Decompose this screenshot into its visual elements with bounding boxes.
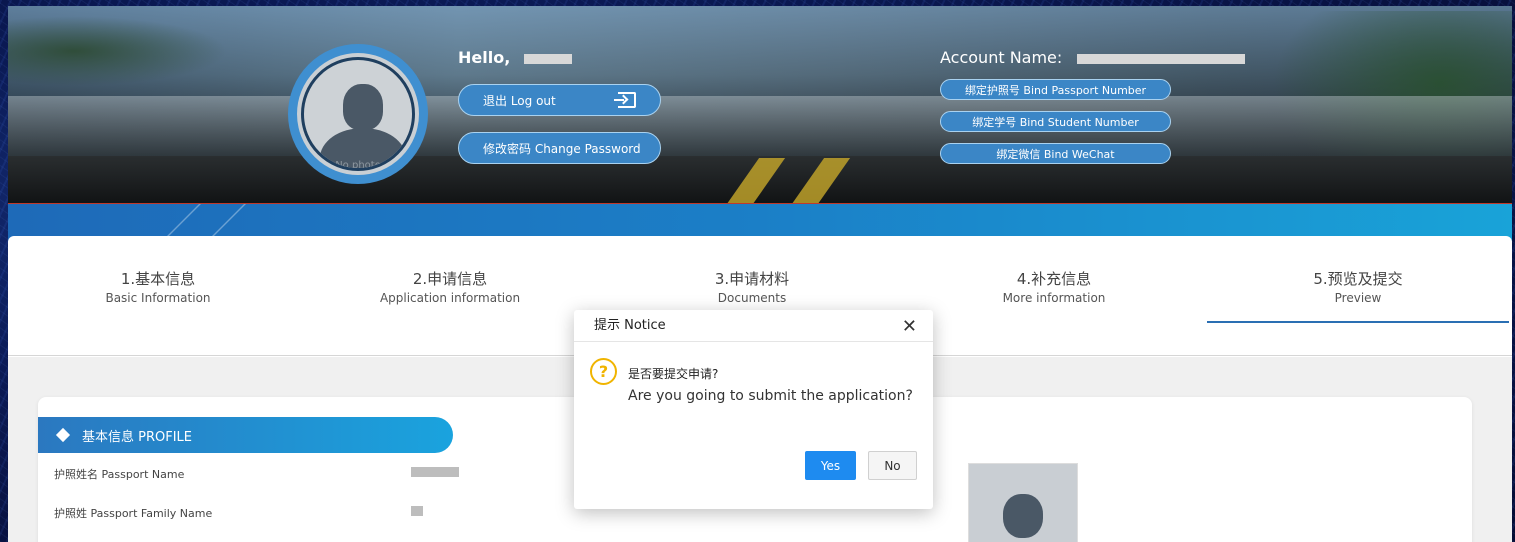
user-silhouette-icon: [1003, 494, 1043, 538]
bind-passport-button[interactable]: 绑定护照号 Bind Passport Number: [940, 79, 1171, 100]
profile-header: No photo Hello, 退出 Log out 修改密码 Change P…: [8, 6, 1512, 204]
tab-application-information[interactable]: 2.申请信息 Application information: [300, 268, 600, 305]
passport-family-name-label: 护照姓 Passport Family Name: [54, 507, 213, 520]
tab-preview[interactable]: 5.预览及提交 Preview: [1208, 268, 1508, 305]
question-icon: ?: [590, 358, 617, 385]
change-password-button[interactable]: 修改密码 Change Password: [458, 132, 661, 164]
redacted-passport-name: [411, 467, 459, 477]
dialog-message-en: Are you going to submit the application?: [628, 388, 913, 404]
no-button[interactable]: No: [868, 451, 917, 480]
logout-icon: [614, 92, 636, 108]
passport-name-label: 护照姓名 Passport Name: [54, 468, 185, 481]
profile-section-header: 基本信息 PROFILE: [38, 417, 453, 453]
tab-basic-information[interactable]: 1.基本信息 Basic Information: [8, 268, 308, 305]
bind-wechat-button[interactable]: 绑定微信 Bind WeChat: [940, 143, 1171, 164]
tab-more-information[interactable]: 4.补充信息 More information: [904, 268, 1204, 305]
redacted-username: [523, 53, 572, 64]
tab-documents[interactable]: 3.申请材料 Documents: [602, 268, 902, 305]
user-silhouette-icon: [343, 84, 383, 130]
yes-button[interactable]: Yes: [805, 451, 856, 480]
close-icon[interactable]: ✕: [902, 316, 917, 337]
no-photo-label: No photo: [335, 160, 381, 171]
submit-confirm-dialog: 提示 Notice ✕ ? 是否要提交申请? Are you going to …: [574, 310, 933, 509]
diamond-icon: [55, 427, 71, 443]
dialog-message-cn: 是否要提交申请?: [628, 367, 719, 381]
account-name: Account Name:: [940, 48, 1246, 67]
profile-photo: [968, 463, 1078, 542]
redacted-passport-family-name: [411, 506, 423, 516]
bind-student-button[interactable]: 绑定学号 Bind Student Number: [940, 111, 1171, 132]
redacted-account-name: [1077, 53, 1246, 64]
greeting: Hello,: [458, 48, 572, 67]
avatar[interactable]: No photo: [288, 44, 428, 184]
active-tab-indicator: [1207, 321, 1509, 323]
dialog-title: 提示 Notice: [574, 310, 933, 342]
logout-button[interactable]: 退出 Log out: [458, 84, 661, 116]
